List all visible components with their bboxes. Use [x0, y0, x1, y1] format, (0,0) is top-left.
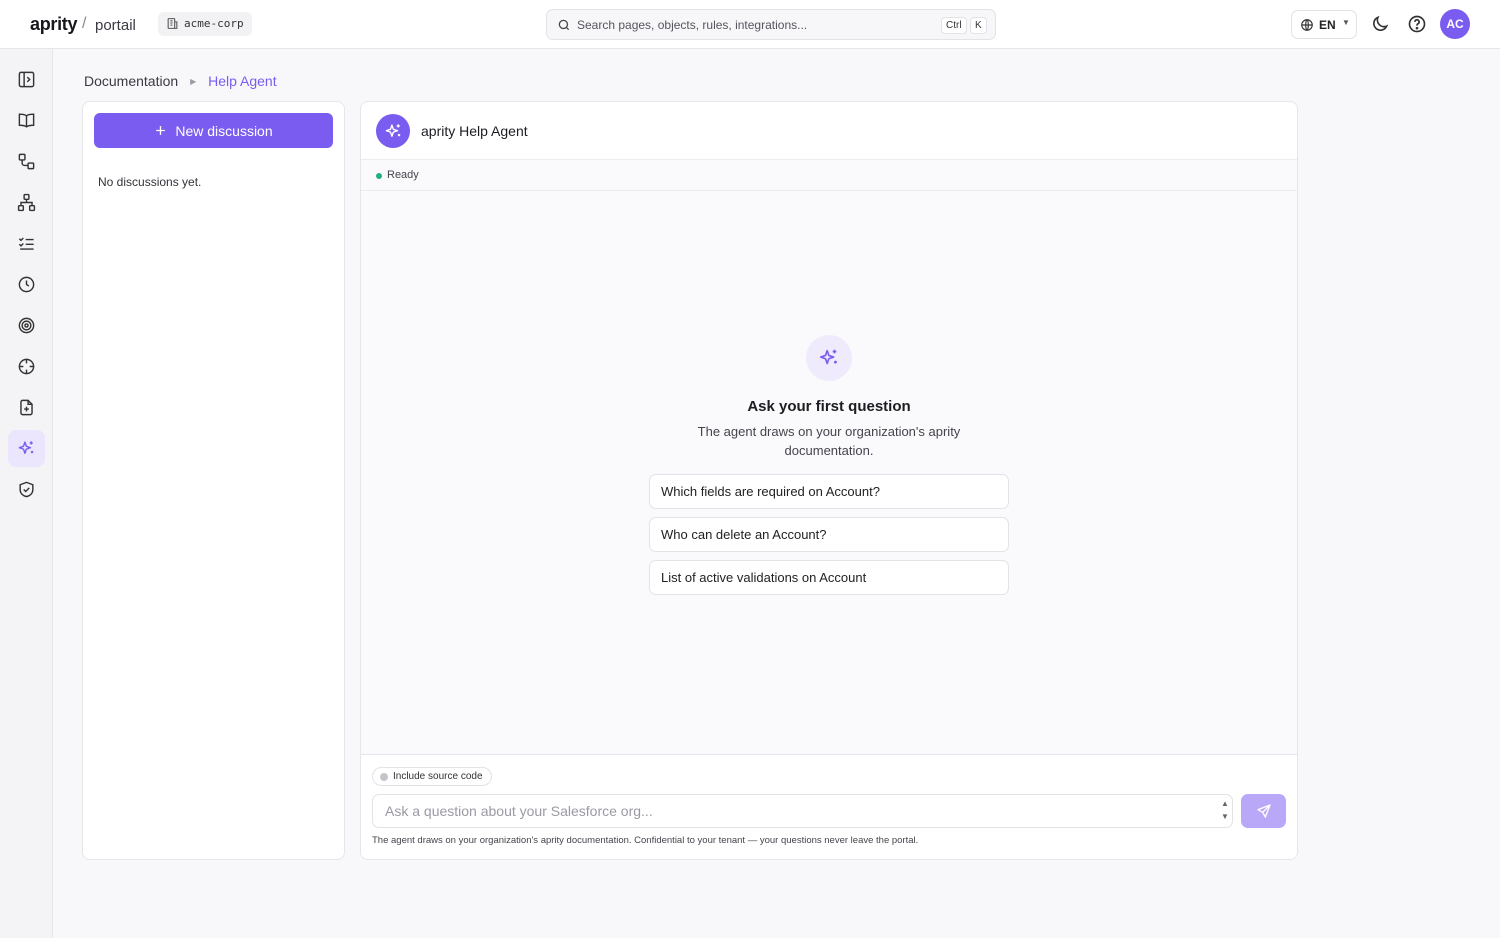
brand-separator: / [82, 15, 87, 32]
language-selector[interactable]: EN ▼ [1291, 10, 1357, 39]
toggle-indicator [380, 773, 388, 781]
breadcrumb-help-agent: Help Agent [208, 73, 277, 89]
rail-item-history[interactable] [8, 266, 45, 303]
rail-item-goals[interactable] [8, 307, 45, 344]
flow-icon [18, 153, 35, 170]
breadcrumb: Documentation ▶ Help Agent [84, 73, 277, 89]
chat-messages: Ask your first question The agent draws … [361, 191, 1297, 754]
chat-header: aprity Help Agent [361, 102, 1297, 160]
agent-status-bar: Ready [361, 160, 1297, 191]
sparkles-icon [385, 123, 400, 137]
shortcut-k-key: K [970, 17, 987, 34]
rail-item-documentation[interactable] [8, 102, 45, 139]
file-add-icon [20, 399, 33, 416]
new-discussion-button[interactable]: New discussion [94, 113, 333, 148]
breadcrumb-documentation[interactable]: Documentation [84, 73, 178, 89]
top-bar: aprity / portail acme-corp Search pages,… [0, 0, 1500, 49]
chat-composer: Include source code ▲▼ The agent draws o… [361, 754, 1297, 859]
composer-disclaimer: The agent draws on your organization's a… [372, 835, 919, 846]
include-source-code-label: Include source code [393, 771, 483, 782]
breadcrumb-separator-icon: ▶ [190, 77, 197, 86]
rail-item-toggle-sidebar[interactable] [8, 61, 45, 98]
empty-state-title: Ask your first question [747, 398, 911, 415]
rail-item-security[interactable] [8, 471, 45, 508]
agent-avatar [376, 114, 410, 148]
checklist-icon [18, 237, 34, 250]
building-icon [167, 18, 178, 29]
shield-check-icon [19, 481, 34, 498]
question-input[interactable] [372, 794, 1233, 828]
product-name: portail [95, 17, 136, 34]
rail-item-help-agent[interactable] [8, 430, 45, 467]
rail-item-checklist[interactable] [8, 225, 45, 262]
search-icon [558, 19, 570, 31]
hierarchy-icon [17, 193, 36, 212]
tenant-selector[interactable]: acme-corp [158, 12, 252, 36]
include-source-code-toggle[interactable]: Include source code [372, 767, 492, 786]
rail-item-hierarchy[interactable] [8, 184, 45, 221]
global-search[interactable]: Search pages, objects, rules, integratio… [546, 9, 996, 40]
status-dot [376, 173, 382, 179]
discussions-empty-text: No discussions yet. [98, 175, 202, 189]
rail-item-import[interactable] [8, 389, 45, 426]
tenant-name: acme-corp [184, 17, 244, 30]
moon-icon[interactable] [1370, 14, 1390, 34]
suggestion-active-validations[interactable]: List of active validations on Account [649, 560, 1009, 595]
empty-state-badge [806, 335, 852, 381]
clock-icon [18, 276, 35, 293]
agent-name: aprity Help Agent [421, 123, 528, 139]
discussions-panel: New discussion No discussions yet. [82, 101, 345, 860]
sparkles-icon [18, 441, 34, 454]
book-icon [18, 113, 35, 128]
resize-handle[interactable]: ▲ ▼ [1219, 797, 1231, 823]
user-avatar[interactable]: AC [1440, 9, 1470, 39]
plus-icon [156, 126, 166, 135]
search-placeholder: Search pages, objects, rules, integratio… [577, 18, 808, 32]
suggestion-delete-permission[interactable]: Who can delete an Account? [649, 517, 1009, 552]
empty-state-subtitle: The agent draws on your organization's a… [697, 424, 961, 458]
nav-rail [0, 49, 53, 938]
sparkles-icon [819, 349, 837, 365]
target-icon [18, 317, 35, 334]
language-code: EN [1319, 18, 1336, 32]
new-discussion-label: New discussion [175, 122, 273, 139]
send-icon [1256, 804, 1271, 818]
crosshair-icon [18, 358, 35, 375]
sidebar-toggle-icon [18, 71, 35, 88]
brand-logo[interactable]: aprity [30, 14, 78, 35]
globe-icon [1301, 19, 1313, 31]
rail-item-focus[interactable] [8, 348, 45, 385]
shortcut-ctrl-key: Ctrl [941, 17, 967, 34]
suggestion-required-fields[interactable]: Which fields are required on Account? [649, 474, 1009, 509]
chat-panel: aprity Help Agent Ready Ask your first q… [360, 101, 1298, 860]
help-icon[interactable] [1407, 14, 1427, 34]
status-text: Ready [387, 169, 419, 181]
chevron-down-icon: ▼ [1342, 18, 1350, 27]
rail-item-flows[interactable] [8, 143, 45, 180]
send-button[interactable] [1241, 794, 1286, 828]
